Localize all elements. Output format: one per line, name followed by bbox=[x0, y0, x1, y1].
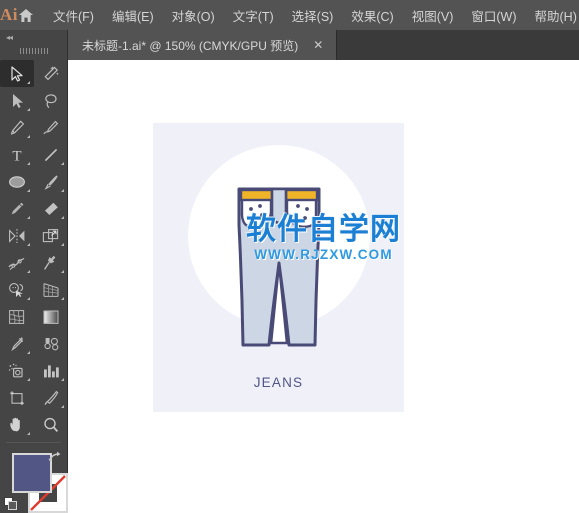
document-tab-bar: 未标题-1.ai* @ 150% (CMYK/GPU 预览) ✕ bbox=[0, 30, 579, 60]
hand-tool[interactable] bbox=[0, 411, 34, 438]
tool-corner-marker bbox=[27, 243, 30, 246]
tool-corner-marker bbox=[61, 243, 64, 246]
magic-wand-tool[interactable] bbox=[34, 60, 68, 87]
tool-corner-marker bbox=[27, 351, 30, 354]
tool-corner-marker bbox=[27, 216, 30, 219]
free-transform-tool[interactable] bbox=[34, 249, 68, 276]
document-tab[interactable]: 未标题-1.ai* @ 150% (CMYK/GPU 预览) ✕ bbox=[68, 30, 338, 60]
tool-corner-marker bbox=[27, 378, 30, 381]
shape-builder-tool[interactable] bbox=[0, 276, 34, 303]
slice-tool[interactable] bbox=[34, 384, 68, 411]
fill-color-swatch[interactable] bbox=[12, 453, 52, 493]
column-graph-tool[interactable] bbox=[34, 357, 68, 384]
canvas-area[interactable]: JEANS 软件自学网 WWW.RJZXW.COM bbox=[68, 60, 579, 513]
menu-item-window[interactable]: 窗口(W) bbox=[462, 3, 525, 28]
ellipse-tool[interactable] bbox=[0, 168, 34, 195]
tool-corner-marker bbox=[27, 162, 30, 165]
tool-corner-marker bbox=[61, 189, 64, 192]
width-tool[interactable] bbox=[0, 249, 34, 276]
grip-dots-icon bbox=[19, 48, 48, 54]
panel-drag-handle[interactable] bbox=[0, 44, 67, 58]
type-tool[interactable]: T bbox=[0, 141, 34, 168]
menu-item-help[interactable]: 帮助(H) bbox=[526, 3, 579, 28]
line-segment-tool[interactable] bbox=[34, 141, 68, 168]
illustrator-window: Ai 文件(F) 编辑(E) 对象(O) 文字(T) 选择(S) 效果(C) 视… bbox=[0, 0, 579, 513]
eraser-tool[interactable] bbox=[34, 195, 68, 222]
selection-tool[interactable] bbox=[0, 60, 34, 87]
artboard-tool[interactable] bbox=[0, 384, 34, 411]
toolbar-divider bbox=[6, 442, 61, 443]
paintbrush-tool[interactable] bbox=[34, 168, 68, 195]
menu-item-effect[interactable]: 效果(C) bbox=[342, 3, 402, 28]
menu-item-edit[interactable]: 编辑(E) bbox=[103, 3, 163, 28]
swap-fill-stroke-icon[interactable] bbox=[47, 450, 62, 469]
ai-logo: Ai bbox=[0, 5, 18, 24]
scale-tool[interactable] bbox=[34, 222, 68, 249]
artwork-card[interactable]: JEANS bbox=[153, 123, 404, 412]
tool-corner-marker bbox=[27, 81, 30, 84]
collapse-panel-icon[interactable]: ◂◂ bbox=[0, 30, 67, 44]
fill-stroke-control bbox=[0, 447, 68, 513]
blend-tool[interactable] bbox=[34, 330, 68, 357]
rotate-tool[interactable] bbox=[0, 222, 34, 249]
tool-corner-marker bbox=[61, 378, 64, 381]
direct-selection-tool[interactable] bbox=[0, 87, 34, 114]
menu-item-view[interactable]: 视图(V) bbox=[403, 3, 463, 28]
curvature-tool[interactable] bbox=[34, 114, 68, 141]
tool-corner-marker bbox=[27, 135, 30, 138]
menu-item-type[interactable]: 文字(T) bbox=[224, 3, 283, 28]
tool-corner-marker bbox=[61, 162, 64, 165]
lasso-tool[interactable] bbox=[34, 87, 68, 114]
menu-item-object[interactable]: 对象(O) bbox=[163, 3, 224, 28]
zoom-tool[interactable] bbox=[34, 411, 68, 438]
home-icon[interactable] bbox=[18, 8, 34, 23]
close-icon[interactable]: ✕ bbox=[310, 39, 326, 51]
document-tab-title: 未标题-1.ai* @ 150% (CMYK/GPU 预览) bbox=[82, 38, 299, 53]
menu-item-select[interactable]: 选择(S) bbox=[283, 3, 343, 28]
gradient-tool[interactable] bbox=[34, 303, 68, 330]
tool-corner-marker bbox=[61, 216, 64, 219]
artwork-label: JEANS bbox=[253, 375, 304, 390]
tool-corner-marker bbox=[61, 405, 64, 408]
shaper-pencil-tool[interactable] bbox=[0, 195, 34, 222]
symbol-sprayer-tool[interactable] bbox=[0, 357, 34, 384]
tool-corner-marker bbox=[27, 432, 30, 435]
tool-corner-marker bbox=[27, 108, 30, 111]
menu-item-list: 文件(F) 编辑(E) 对象(O) 文字(T) 选择(S) 效果(C) 视图(V… bbox=[44, 3, 579, 28]
tool-grid: T bbox=[0, 58, 67, 438]
perspective-grid-tool[interactable] bbox=[34, 276, 68, 303]
menu-item-file[interactable]: 文件(F) bbox=[44, 3, 103, 28]
menu-bar: Ai 文件(F) 编辑(E) 对象(O) 文字(T) 选择(S) 效果(C) 视… bbox=[0, 0, 579, 30]
jeans-illustration[interactable] bbox=[233, 185, 325, 351]
tool-corner-marker bbox=[27, 297, 30, 300]
pen-tool[interactable] bbox=[0, 114, 34, 141]
tool-corner-marker bbox=[27, 270, 30, 273]
svg-text:T: T bbox=[12, 148, 21, 164]
default-fill-stroke-icon[interactable] bbox=[4, 497, 18, 513]
tool-corner-marker bbox=[61, 297, 64, 300]
eyedropper-tool[interactable] bbox=[0, 330, 34, 357]
tool-corner-marker bbox=[27, 189, 30, 192]
mesh-tool[interactable] bbox=[0, 303, 34, 330]
tool-corner-marker bbox=[61, 270, 64, 273]
tools-panel: ◂◂ T bbox=[0, 30, 68, 513]
